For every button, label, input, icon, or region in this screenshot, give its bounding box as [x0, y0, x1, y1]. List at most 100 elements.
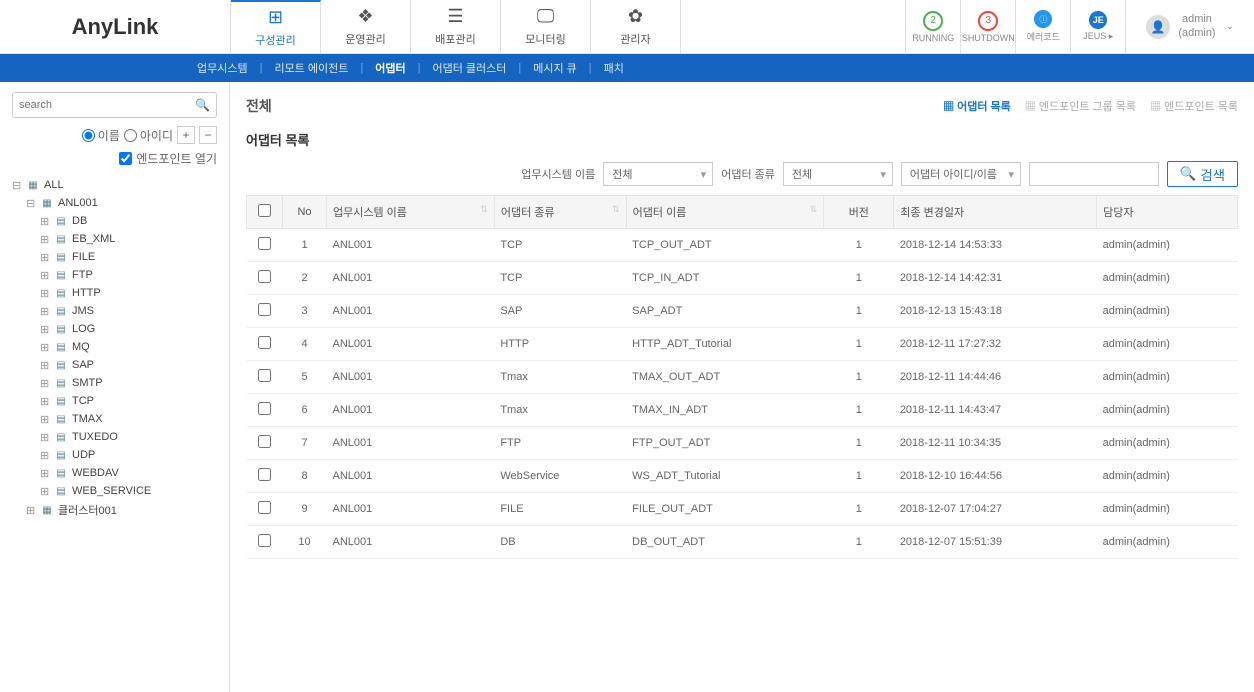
table-row[interactable]: 3ANL001SAPSAP_ADT12018-12-13 15:43:18adm… — [247, 295, 1238, 328]
table-row[interactable]: 2ANL001TCPTCP_IN_ADT12018-12-14 14:42:31… — [247, 262, 1238, 295]
cell-ver: 1 — [824, 295, 894, 328]
top-tab-구성관리[interactable]: ⊞구성관리 — [231, 0, 321, 53]
cell-biz: ANL001 — [327, 526, 495, 559]
subnav-어댑터 클러스터[interactable]: 어댑터 클러스터 — [420, 60, 518, 76]
cell-biz: ANL001 — [327, 427, 495, 460]
errorcode-icon: ⓘ — [1034, 10, 1052, 28]
chk-endpoint[interactable]: 엔드포인트 열기 — [119, 150, 217, 167]
top-tab-관리자[interactable]: ✿ 관리자 — [591, 0, 681, 53]
tree-WEBDAV[interactable]: ⊞▤WEBDAV — [12, 464, 217, 482]
subnav-업무시스템[interactable]: 업무시스템 — [185, 60, 260, 76]
tree-FTP[interactable]: ⊞▤FTP — [12, 266, 217, 284]
row-check[interactable] — [258, 270, 271, 283]
col-ver[interactable]: 버전 — [824, 196, 894, 229]
filter-search-input[interactable] — [1029, 162, 1159, 186]
top-tab-모니터링[interactable]: 🖵모니터링 — [501, 0, 591, 53]
cell-type: HTTP — [494, 328, 626, 361]
table-row[interactable]: 10ANL001DBDB_OUT_ADT12018-12-07 15:51:39… — [247, 526, 1238, 559]
col-owner[interactable]: 담당자 — [1097, 196, 1238, 229]
subnav-패치[interactable]: 패치 — [592, 60, 636, 76]
cell-ver: 1 — [824, 493, 894, 526]
cell-no: 7 — [283, 427, 327, 460]
collapse-button[interactable]: − — [199, 126, 217, 144]
col-date[interactable]: 최종 변경일자 — [894, 196, 1097, 229]
view-엔드포인트 목록[interactable]: ▦ 엔드포인트 목록 — [1150, 98, 1238, 114]
subnav-리모트 에이전트[interactable]: 리모트 에이전트 — [262, 60, 360, 76]
tree-system[interactable]: ⊟▦ANL001 — [12, 194, 217, 212]
tree-all[interactable]: ⊟▦ALL — [12, 176, 217, 194]
cell-no: 2 — [283, 262, 327, 295]
tree-LOG[interactable]: ⊞▤LOG — [12, 320, 217, 338]
tree-TMAX[interactable]: ⊞▤TMAX — [12, 410, 217, 428]
table-row[interactable]: 6ANL001TmaxTMAX_IN_ADT12018-12-11 14:43:… — [247, 394, 1238, 427]
status-jeus[interactable]: JE JEUS ▸ — [1070, 0, 1125, 53]
filter-biz-select[interactable]: 전체 — [603, 162, 713, 186]
cell-no: 10 — [283, 526, 327, 559]
search-button[interactable]: 🔍 검색 — [1167, 161, 1238, 187]
row-check[interactable] — [258, 336, 271, 349]
table-row[interactable]: 4ANL001HTTPHTTP_ADT_Tutorial12018-12-11 … — [247, 328, 1238, 361]
tree-TCP[interactable]: ⊞▤TCP — [12, 392, 217, 410]
row-check[interactable] — [258, 369, 271, 382]
cell-type: TCP — [494, 262, 626, 295]
tree-cluster[interactable]: ⊞▦클러스터001 — [12, 500, 217, 520]
user-menu[interactable]: 👤 admin (admin) ⌄ — [1125, 0, 1254, 53]
row-check[interactable] — [258, 435, 271, 448]
view-엔드포인트 그룹 목록[interactable]: ▦ 엔드포인트 그룹 목록 — [1025, 98, 1136, 114]
cell-date: 2018-12-11 10:34:35 — [894, 427, 1097, 460]
col-no[interactable]: No — [283, 196, 327, 229]
col-biz[interactable]: 업무시스템 이름⇅ — [327, 196, 495, 229]
radio-name[interactable]: 이름 — [82, 127, 120, 144]
cell-biz: ANL001 — [327, 460, 495, 493]
search-icon[interactable]: 🔍 — [195, 98, 210, 112]
tree-FILE[interactable]: ⊞▤FILE — [12, 248, 217, 266]
row-check[interactable] — [258, 501, 271, 514]
tab-label: 운영관리 — [345, 31, 385, 47]
col-type[interactable]: 어댑터 종류⇅ — [494, 196, 626, 229]
status-shutdown[interactable]: 3 SHUTDOWN — [960, 0, 1015, 53]
tree-WEB_SERVICE[interactable]: ⊞▤WEB_SERVICE — [12, 482, 217, 500]
tree-SMTP[interactable]: ⊞▤SMTP — [12, 374, 217, 392]
tree-EB_XML[interactable]: ⊞▤EB_XML — [12, 230, 217, 248]
table-row[interactable]: 5ANL001TmaxTMAX_OUT_ADT12018-12-11 14:44… — [247, 361, 1238, 394]
col-name[interactable]: 어댑터 이름⇅ — [626, 196, 824, 229]
cell-owner: admin(admin) — [1097, 460, 1238, 493]
tree-JMS[interactable]: ⊞▤JMS — [12, 302, 217, 320]
table-row[interactable]: 8ANL001WebServiceWS_ADT_Tutorial12018-12… — [247, 460, 1238, 493]
tab-icon: ✿ — [628, 6, 643, 27]
tree-TUXEDO[interactable]: ⊞▤TUXEDO — [12, 428, 217, 446]
filter-type-select[interactable]: 전체 — [783, 162, 893, 186]
page-title: 전체 — [246, 96, 272, 116]
row-check[interactable] — [258, 402, 271, 415]
radio-id[interactable]: 아이디 — [124, 127, 173, 144]
status-errorcode[interactable]: ⓘ 에러코드 — [1015, 0, 1070, 53]
select-all[interactable] — [258, 204, 271, 217]
subnav-어댑터[interactable]: 어댑터 — [363, 60, 417, 76]
status-running[interactable]: 2 RUNNING — [905, 0, 960, 53]
cell-ver: 1 — [824, 262, 894, 295]
tree-HTTP[interactable]: ⊞▤HTTP — [12, 284, 217, 302]
top-tab-운영관리[interactable]: ❖운영관리 — [321, 0, 411, 53]
expand-button[interactable]: + — [177, 126, 195, 144]
search-input[interactable] — [19, 99, 195, 111]
view-어댑터 목록[interactable]: ▦ 어댑터 목록 — [943, 98, 1011, 114]
row-check[interactable] — [258, 468, 271, 481]
row-check[interactable] — [258, 237, 271, 250]
tab-label: 관리자 — [620, 31, 650, 47]
jeus-label: JEUS ▸ — [1083, 31, 1113, 42]
subnav-메시지 큐[interactable]: 메시지 큐 — [521, 60, 589, 76]
tab-icon: 🖵 — [537, 6, 554, 27]
section-title: 어댑터 목록 — [246, 130, 1238, 149]
table-row[interactable]: 7ANL001FTPFTP_OUT_ADT12018-12-11 10:34:3… — [247, 427, 1238, 460]
table-row[interactable]: 1ANL001TCPTCP_OUT_ADT12018-12-14 14:53:3… — [247, 229, 1238, 262]
cell-date: 2018-12-14 14:53:33 — [894, 229, 1097, 262]
table-row[interactable]: 9ANL001FILEFILE_OUT_ADT12018-12-07 17:04… — [247, 493, 1238, 526]
filter-searchby-select[interactable]: 어댑터 아이디/이름 — [901, 162, 1021, 186]
row-check[interactable] — [258, 303, 271, 316]
tree-MQ[interactable]: ⊞▤MQ — [12, 338, 217, 356]
top-tab-배포관리[interactable]: ☰배포관리 — [411, 0, 501, 53]
row-check[interactable] — [258, 534, 271, 547]
tree-SAP[interactable]: ⊞▤SAP — [12, 356, 217, 374]
tree-DB[interactable]: ⊞▤DB — [12, 212, 217, 230]
tree-UDP[interactable]: ⊞▤UDP — [12, 446, 217, 464]
